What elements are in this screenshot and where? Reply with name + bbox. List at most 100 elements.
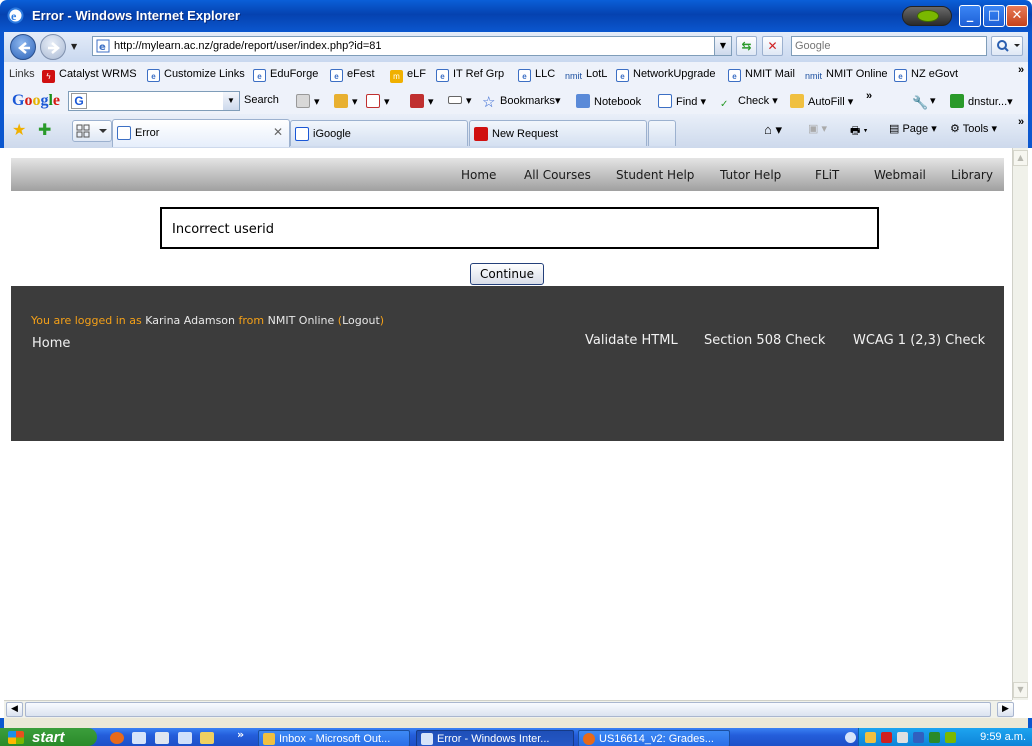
forward-button[interactable] [40,34,66,60]
find-button[interactable]: Find ▾ [658,94,706,108]
desktop-quicklaunch-icon[interactable] [155,732,169,744]
taskbar-item-outlook[interactable]: Inbox - Microsoft Out... [258,730,410,746]
tray-outlook-icon[interactable] [865,732,876,743]
feeds-button[interactable]: ▣ ▾ [808,122,827,135]
menu-home[interactable]: Home [461,168,496,182]
page-menu-button[interactable]: ▤ Page ▾ [889,122,937,135]
footer-home-link[interactable]: Home [32,336,70,351]
stop-button[interactable]: ✕ [762,36,783,56]
quick-tabs-button[interactable] [72,120,112,142]
wrench-settings-button[interactable]: 🔧 ▾ [912,94,936,110]
favorites-star-icon[interactable]: ★ [12,120,26,140]
link-nmit-online[interactable]: nmit NMIT Online [805,68,888,83]
address-bar[interactable]: e http://mylearn.ac.nz/grade/report/user… [92,36,732,56]
link-elf[interactable]: m eLF [390,68,426,83]
scroll-down-icon[interactable]: ▼ [1013,682,1028,698]
menu-flit[interactable]: FLiT [815,168,839,182]
autofill-button[interactable]: AutoFill ▾ [790,94,853,108]
tab-error[interactable]: Error ✕ [112,119,290,147]
new-tab-button[interactable] [648,120,676,146]
tray-network-icon[interactable] [913,732,924,743]
minimize-button[interactable]: _ [959,5,981,27]
vertical-scrollbar[interactable]: ▲ ▼ [1012,148,1028,700]
folder-quicklaunch-icon[interactable] [200,732,214,744]
menu-webmail[interactable]: Webmail [874,168,926,182]
link-nmit-mail[interactable]: e NMIT Mail [728,68,795,82]
tab-new-request[interactable]: New Request [469,120,647,146]
highlight-button[interactable]: ▾ [410,94,434,108]
link-catalyst-wrms[interactable]: ϟ Catalyst WRMS [42,68,137,83]
home-button[interactable]: ⌂ ▾ [764,122,782,138]
taskbar-item-grades[interactable]: US16614_v2: Grades... [578,730,730,746]
link-eduforge[interactable]: e EduForge [253,68,318,82]
tray-volume-icon[interactable] [897,732,908,743]
links-overflow-button[interactable]: » [1018,64,1024,76]
google-logo[interactable]: Google [12,92,60,110]
back-button[interactable] [10,34,36,60]
quicklaunch-overflow-icon[interactable]: » [237,728,244,741]
google-search-box[interactable]: G ▼ [68,91,240,111]
refresh-button[interactable]: ⇆ [736,36,757,56]
scroll-up-icon[interactable]: ▲ [1013,150,1028,166]
tray-app-icon[interactable] [929,732,940,743]
history-dropdown-icon[interactable]: ▼ [71,42,77,51]
logout-link[interactable]: Logout [342,314,380,327]
command-overflow-button[interactable]: » [1018,116,1024,128]
menu-tutor-help[interactable]: Tutor Help [720,168,781,182]
scroll-thumb[interactable] [25,702,991,717]
link-efest[interactable]: e eFest [330,68,375,82]
wcag-link[interactable]: WCAG 1 (2,3) Check [853,333,985,348]
google-search-button[interactable]: Search [244,94,279,106]
address-dropdown-icon[interactable]: ▼ [714,37,731,55]
google-overflow-button[interactable]: » [866,90,872,102]
menu-student-help[interactable]: Student Help [616,168,694,182]
bookmark-star-icon: ☆ [482,94,496,111]
link-llc[interactable]: e LLC [518,68,555,82]
ie-quicklaunch-icon[interactable] [132,732,146,744]
url-text[interactable]: http://mylearn.ac.nz/grade/report/user/i… [114,40,382,52]
link-customize-links[interactable]: e Customize Links [147,68,245,82]
menu-all-courses[interactable]: All Courses [524,168,591,182]
nvidia-icon[interactable] [902,6,952,26]
scroll-right-icon[interactable]: ▶ [997,702,1014,717]
bookmarks-button[interactable]: ☆ Bookmarks▾ [482,94,561,110]
horizontal-scrollbar[interactable]: ◀ ▶ [4,700,1014,718]
pagerank-button[interactable]: ▾ [296,94,320,108]
maximize-button[interactable]: □ [983,5,1005,27]
tab-igoogle[interactable]: iGoogle [290,120,468,146]
firefox-quicklaunch-icon[interactable] [110,732,124,744]
start-button[interactable]: start [0,728,97,746]
close-tab-icon[interactable]: ✕ [273,125,283,139]
link-nz-egovt[interactable]: e NZ eGovt [894,68,958,82]
send-button[interactable]: ▾ [366,94,390,108]
site-name-link[interactable]: NMIT Online [268,314,335,327]
popup-blocker-button[interactable]: ▾ [448,94,472,107]
user-name-link[interactable]: Karina Adamson [145,314,235,327]
print-button[interactable]: 🖶 ▾ [850,122,868,141]
link-it-ref-grp[interactable]: e IT Ref Grp [436,68,504,82]
scroll-left-icon[interactable]: ◀ [6,702,23,717]
site-menu-bar: Home All Courses Student Help Tutor Help… [11,157,1004,191]
taskbar-item-ie-error[interactable]: Error - Windows Inter... [416,730,574,746]
continue-button[interactable]: Continue [470,263,544,285]
close-window-button[interactable]: ✕ [1006,5,1028,27]
ie2-quicklaunch-icon[interactable] [178,732,192,744]
user-account-button[interactable]: dnstur...▾ [950,94,1013,108]
search-button[interactable] [991,36,1023,56]
spellcheck-button[interactable]: ✓ Check ▾ [720,94,778,113]
translate-button[interactable]: ▾ [334,94,358,108]
tray-nvidia-icon[interactable] [945,732,956,743]
ie-page-icon: e [253,69,266,82]
add-favorites-icon[interactable]: ✚ [38,120,51,140]
tools-menu-button[interactable]: ⚙ Tools ▾ [950,122,997,135]
tray-antivirus-icon[interactable] [881,732,892,743]
validate-html-link[interactable]: Validate HTML [585,333,678,348]
live-search-input[interactable] [791,36,987,56]
menu-library[interactable]: Library [951,168,993,182]
tray-expand-icon[interactable] [845,732,856,743]
link-lotl[interactable]: nmit LotL [565,68,607,83]
link-networkupgrade[interactable]: e NetworkUpgrade [616,68,716,82]
google-search-dropdown-icon[interactable]: ▼ [223,92,239,110]
notebook-button[interactable]: Notebook [576,94,641,108]
section-508-link[interactable]: Section 508 Check [704,333,825,348]
